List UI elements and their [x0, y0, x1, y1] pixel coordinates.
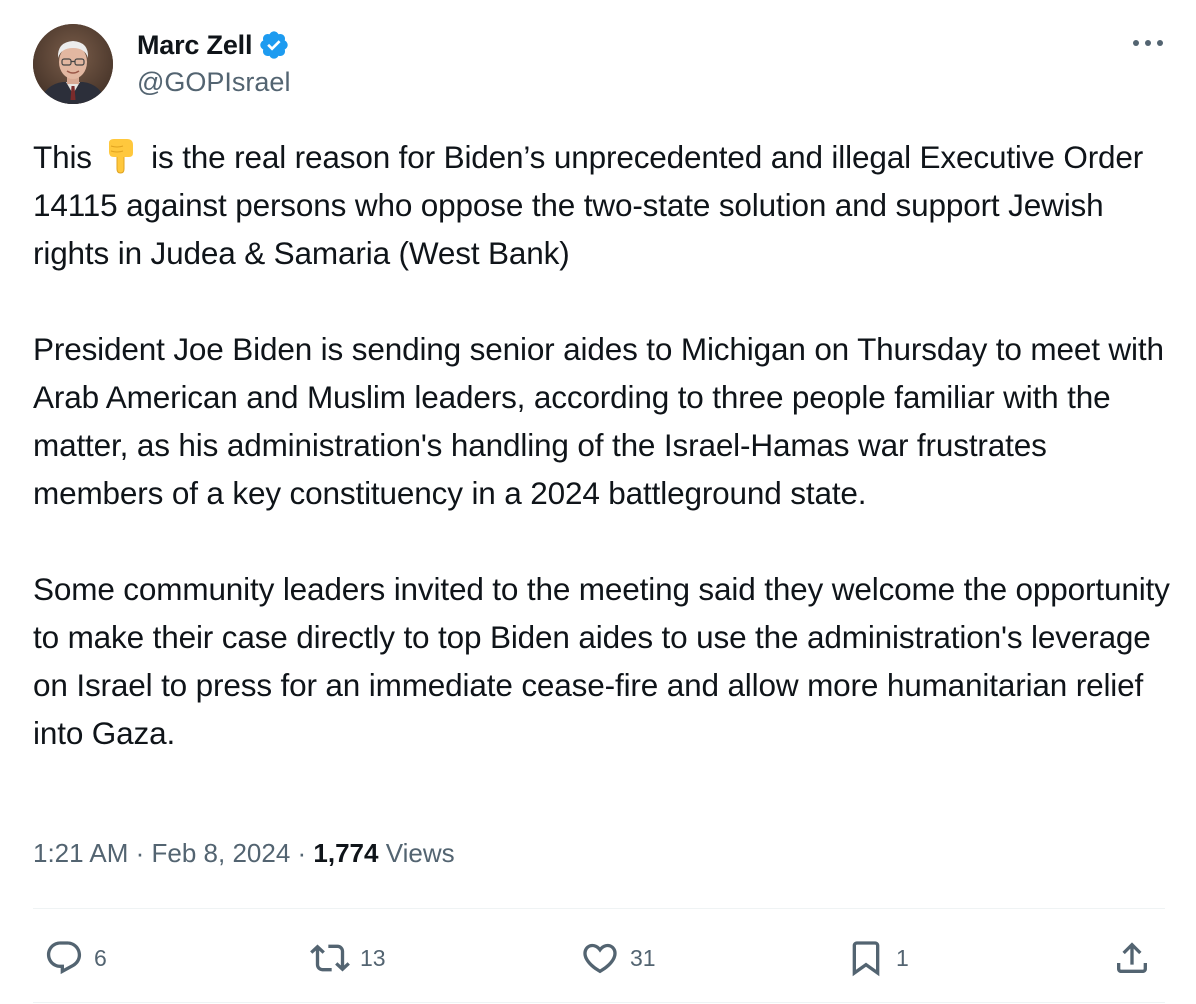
bookmark-count: 1 [896, 944, 909, 971]
tweet-metadata: 1:21 AM · Feb 8, 2024 · 1,774 Views [33, 838, 455, 869]
share-button[interactable] [1112, 930, 1152, 986]
divider [33, 908, 1165, 909]
tweet-paragraph-2: President Joe Biden is sending senior ai… [33, 331, 1164, 511]
views-count: 1,774 [313, 838, 379, 868]
tweet-text: This is the real reason for Biden’s unpr… [33, 133, 1173, 757]
tweet-paragraph-1: This is the real reason for Biden’s unpr… [33, 133, 1173, 277]
verified-badge-icon[interactable] [258, 29, 290, 61]
tweet-text-segment: is the real reason for Biden’s unprecede… [33, 139, 1144, 271]
bookmark-button[interactable]: 1 [846, 930, 909, 986]
action-bar: 6 13 31 1 [0, 930, 1196, 986]
pointing-down-emoji-icon [103, 137, 139, 175]
like-button[interactable]: 31 [580, 930, 656, 986]
author-avatar[interactable] [33, 24, 113, 104]
views-label: Views [378, 838, 455, 868]
reply-icon [46, 941, 82, 975]
author-handle[interactable]: @GOPIsrael [137, 67, 290, 98]
repost-icon [310, 944, 350, 972]
share-icon [1117, 942, 1147, 973]
heart-icon [583, 943, 617, 974]
reply-count: 6 [94, 944, 107, 971]
tweet-date[interactable]: Feb 8, 2024 [152, 838, 291, 868]
reply-button[interactable]: 6 [44, 930, 107, 986]
tweet-paragraph-3: Some community leaders invited to the me… [33, 571, 1170, 751]
tweet: Marc Zell @GOPIsrael This is the real re… [0, 0, 1196, 1004]
tweet-text-segment: This [33, 139, 92, 175]
profile-photo-icon [33, 24, 113, 104]
repost-count: 13 [360, 944, 386, 971]
author-display-name[interactable]: Marc Zell [137, 30, 252, 61]
meta-separator: · [128, 838, 152, 868]
author-name-row: Marc Zell [137, 28, 290, 62]
divider [33, 1002, 1165, 1003]
like-count: 31 [630, 944, 656, 971]
tweet-time[interactable]: 1:21 AM [33, 838, 128, 868]
bookmark-icon [852, 941, 880, 977]
repost-button[interactable]: 13 [310, 930, 386, 986]
more-options-button[interactable] [1128, 30, 1168, 56]
meta-separator: · [290, 838, 314, 868]
more-dots-icon [1133, 40, 1163, 46]
